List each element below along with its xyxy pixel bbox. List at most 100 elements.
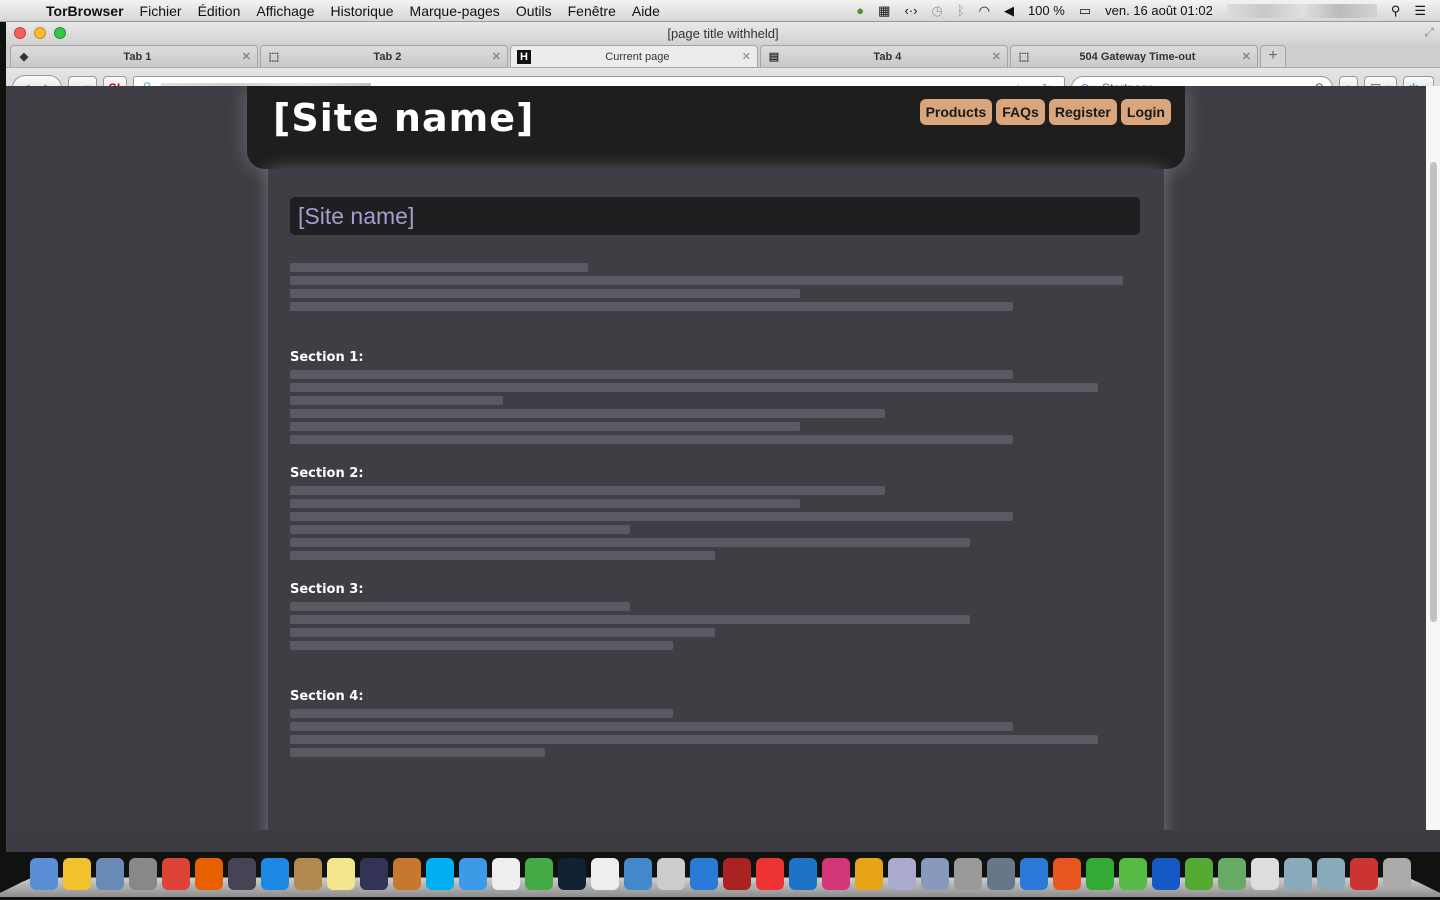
tor-browser-dock-icon[interactable] bbox=[1251, 858, 1279, 890]
minimize-window-button[interactable] bbox=[34, 27, 46, 39]
nav-login[interactable]: Login bbox=[1120, 99, 1171, 125]
close-tab-icon[interactable]: ✕ bbox=[1242, 50, 1251, 63]
word-dock-icon[interactable] bbox=[1020, 858, 1048, 890]
placeholder-text-line bbox=[290, 525, 630, 534]
flux-dock-icon[interactable] bbox=[1152, 858, 1180, 890]
tab-5[interactable]: ⬚ 504 Gateway Time-out ✕ bbox=[1010, 45, 1258, 67]
scanner-dock-icon[interactable] bbox=[657, 858, 685, 890]
preview-dock-icon[interactable] bbox=[228, 858, 256, 890]
placeholder-text-line bbox=[290, 602, 630, 611]
reminders-dock-icon[interactable] bbox=[591, 858, 619, 890]
excel-dock-icon[interactable] bbox=[1086, 858, 1114, 890]
placeholder-text-line bbox=[290, 748, 545, 757]
photo-booth-dock-icon[interactable] bbox=[723, 858, 751, 890]
bluetooth-icon[interactable]: ᛒ bbox=[957, 3, 965, 18]
finder-dock-icon[interactable] bbox=[30, 858, 58, 890]
time-machine-icon[interactable]: ◷ bbox=[931, 3, 942, 19]
tab-4[interactable]: ▤ Tab 4 ✕ bbox=[760, 45, 1008, 67]
firefox-dock-icon[interactable] bbox=[195, 858, 223, 890]
illustrator-dock-icon[interactable] bbox=[855, 858, 883, 890]
clock[interactable]: ven. 16 août 01:02 bbox=[1105, 3, 1213, 18]
utorrent-dock-icon[interactable] bbox=[1119, 858, 1147, 890]
vertical-scrollbar[interactable] bbox=[1426, 86, 1440, 830]
close-tab-icon[interactable]: ✕ bbox=[992, 50, 1001, 63]
placeholder-text-line bbox=[290, 512, 1013, 521]
skype-dock-icon[interactable] bbox=[426, 858, 454, 890]
app-store-dock-icon[interactable] bbox=[261, 858, 289, 890]
notification-center-icon[interactable]: ☰ bbox=[1414, 3, 1426, 19]
vpn-dock-icon[interactable] bbox=[921, 858, 949, 890]
tab-2[interactable]: ⬚ Tab 2 ✕ bbox=[260, 45, 508, 67]
pages-dock-icon[interactable] bbox=[558, 858, 586, 890]
keyboard-status-icon[interactable]: ▦ bbox=[878, 3, 890, 19]
menu-historique[interactable]: Historique bbox=[323, 3, 402, 19]
launchpad-dock-icon[interactable] bbox=[129, 858, 157, 890]
tab-label: Tab 2 bbox=[373, 50, 402, 63]
menu-affichage[interactable]: Affichage bbox=[248, 3, 322, 19]
tab-label: 504 Gateway Time-out bbox=[1079, 50, 1196, 63]
menu-app-name[interactable]: TorBrowser bbox=[40, 3, 132, 19]
title-bar: [page title withheld] ⤢ bbox=[6, 22, 1440, 44]
window-dock-icon[interactable] bbox=[1350, 858, 1378, 890]
itunes-dock-icon[interactable] bbox=[690, 858, 718, 890]
numbers-dock-icon[interactable] bbox=[525, 858, 553, 890]
close-tab-icon[interactable]: ✕ bbox=[492, 50, 501, 63]
contacts-dock-icon[interactable] bbox=[294, 858, 322, 890]
notes-dock-icon[interactable] bbox=[327, 858, 355, 890]
menu-bar: TorBrowser Fichier Édition Affichage His… bbox=[0, 0, 1440, 22]
tor-dock-icon[interactable] bbox=[1185, 858, 1213, 890]
tab-label: Tab 1 bbox=[123, 50, 152, 63]
close-tab-icon[interactable]: ✕ bbox=[742, 50, 751, 63]
cyberduck-dock-icon[interactable] bbox=[63, 858, 91, 890]
documents-dock-icon[interactable] bbox=[1284, 858, 1312, 890]
tomato-dock-icon[interactable] bbox=[756, 858, 784, 890]
tab-3-active[interactable]: H Current page ✕ bbox=[510, 45, 758, 67]
iphoto-dock-icon[interactable] bbox=[987, 858, 1015, 890]
menu-marque-pages[interactable]: Marque-pages bbox=[402, 3, 508, 19]
trash-dock-icon[interactable] bbox=[1383, 858, 1411, 890]
spotlight-icon[interactable]: ⚲ bbox=[1391, 3, 1401, 19]
mail-dock-icon[interactable] bbox=[96, 858, 124, 890]
placeholder-text-line bbox=[290, 370, 1013, 379]
folder-dock-icon[interactable] bbox=[1317, 858, 1345, 890]
volume-icon[interactable]: ◀ bbox=[1004, 3, 1014, 19]
automator-dock-icon[interactable] bbox=[954, 858, 982, 890]
tab-strip: ◆ Tab 1 ✕ ⬚ Tab 2 ✕ H Current page ✕ ▤ T… bbox=[6, 44, 1440, 68]
section-heading: Section 4: bbox=[290, 689, 364, 704]
calendar-dock-icon[interactable] bbox=[492, 858, 520, 890]
script-dock-icon[interactable] bbox=[360, 858, 388, 890]
menu-edition[interactable]: Édition bbox=[190, 3, 249, 19]
placeholder-text-line bbox=[290, 499, 800, 508]
openoffice-dock-icon[interactable] bbox=[624, 858, 652, 890]
evernote-status-icon[interactable]: ● bbox=[856, 3, 864, 18]
new-tab-button[interactable]: + bbox=[1260, 45, 1286, 67]
zoom-window-button[interactable] bbox=[54, 27, 66, 39]
dropbox-dock-icon[interactable] bbox=[459, 858, 487, 890]
nav-faqs[interactable]: FAQs bbox=[996, 99, 1045, 125]
fullscreen-icon[interactable]: ⤢ bbox=[1424, 25, 1434, 40]
site-logo[interactable]: [Site name] bbox=[273, 96, 534, 140]
menu-outils[interactable]: Outils bbox=[508, 3, 560, 19]
tab-1[interactable]: ◆ Tab 1 ✕ bbox=[10, 45, 258, 67]
nav-products[interactable]: Products bbox=[919, 99, 993, 125]
menu-fichier[interactable]: Fichier bbox=[132, 3, 190, 19]
keynote-dock-icon[interactable] bbox=[393, 858, 421, 890]
code-status-icon[interactable]: ‹·› bbox=[904, 3, 917, 18]
redacted-user-area bbox=[1226, 3, 1377, 18]
chrome-dock-icon[interactable] bbox=[162, 858, 190, 890]
close-tab-icon[interactable]: ✕ bbox=[242, 50, 251, 63]
page-viewport: [Site name] Products FAQs Register Login… bbox=[6, 86, 1426, 830]
menu-fenetre[interactable]: Fenêtre bbox=[560, 3, 624, 19]
indesign-dock-icon[interactable] bbox=[822, 858, 850, 890]
photoshop-dock-icon[interactable] bbox=[789, 858, 817, 890]
wifi-icon[interactable]: ◠ bbox=[979, 3, 990, 19]
globe-dock-icon[interactable] bbox=[1218, 858, 1246, 890]
close-window-button[interactable] bbox=[14, 27, 26, 39]
battery-status[interactable]: 100 % bbox=[1028, 3, 1065, 18]
imac-dock-icon[interactable] bbox=[888, 858, 916, 890]
powerpoint-dock-icon[interactable] bbox=[1053, 858, 1081, 890]
scrollbar-thumb[interactable] bbox=[1430, 162, 1437, 622]
nav-register[interactable]: Register bbox=[1048, 99, 1117, 125]
menu-aide[interactable]: Aide bbox=[624, 3, 668, 19]
